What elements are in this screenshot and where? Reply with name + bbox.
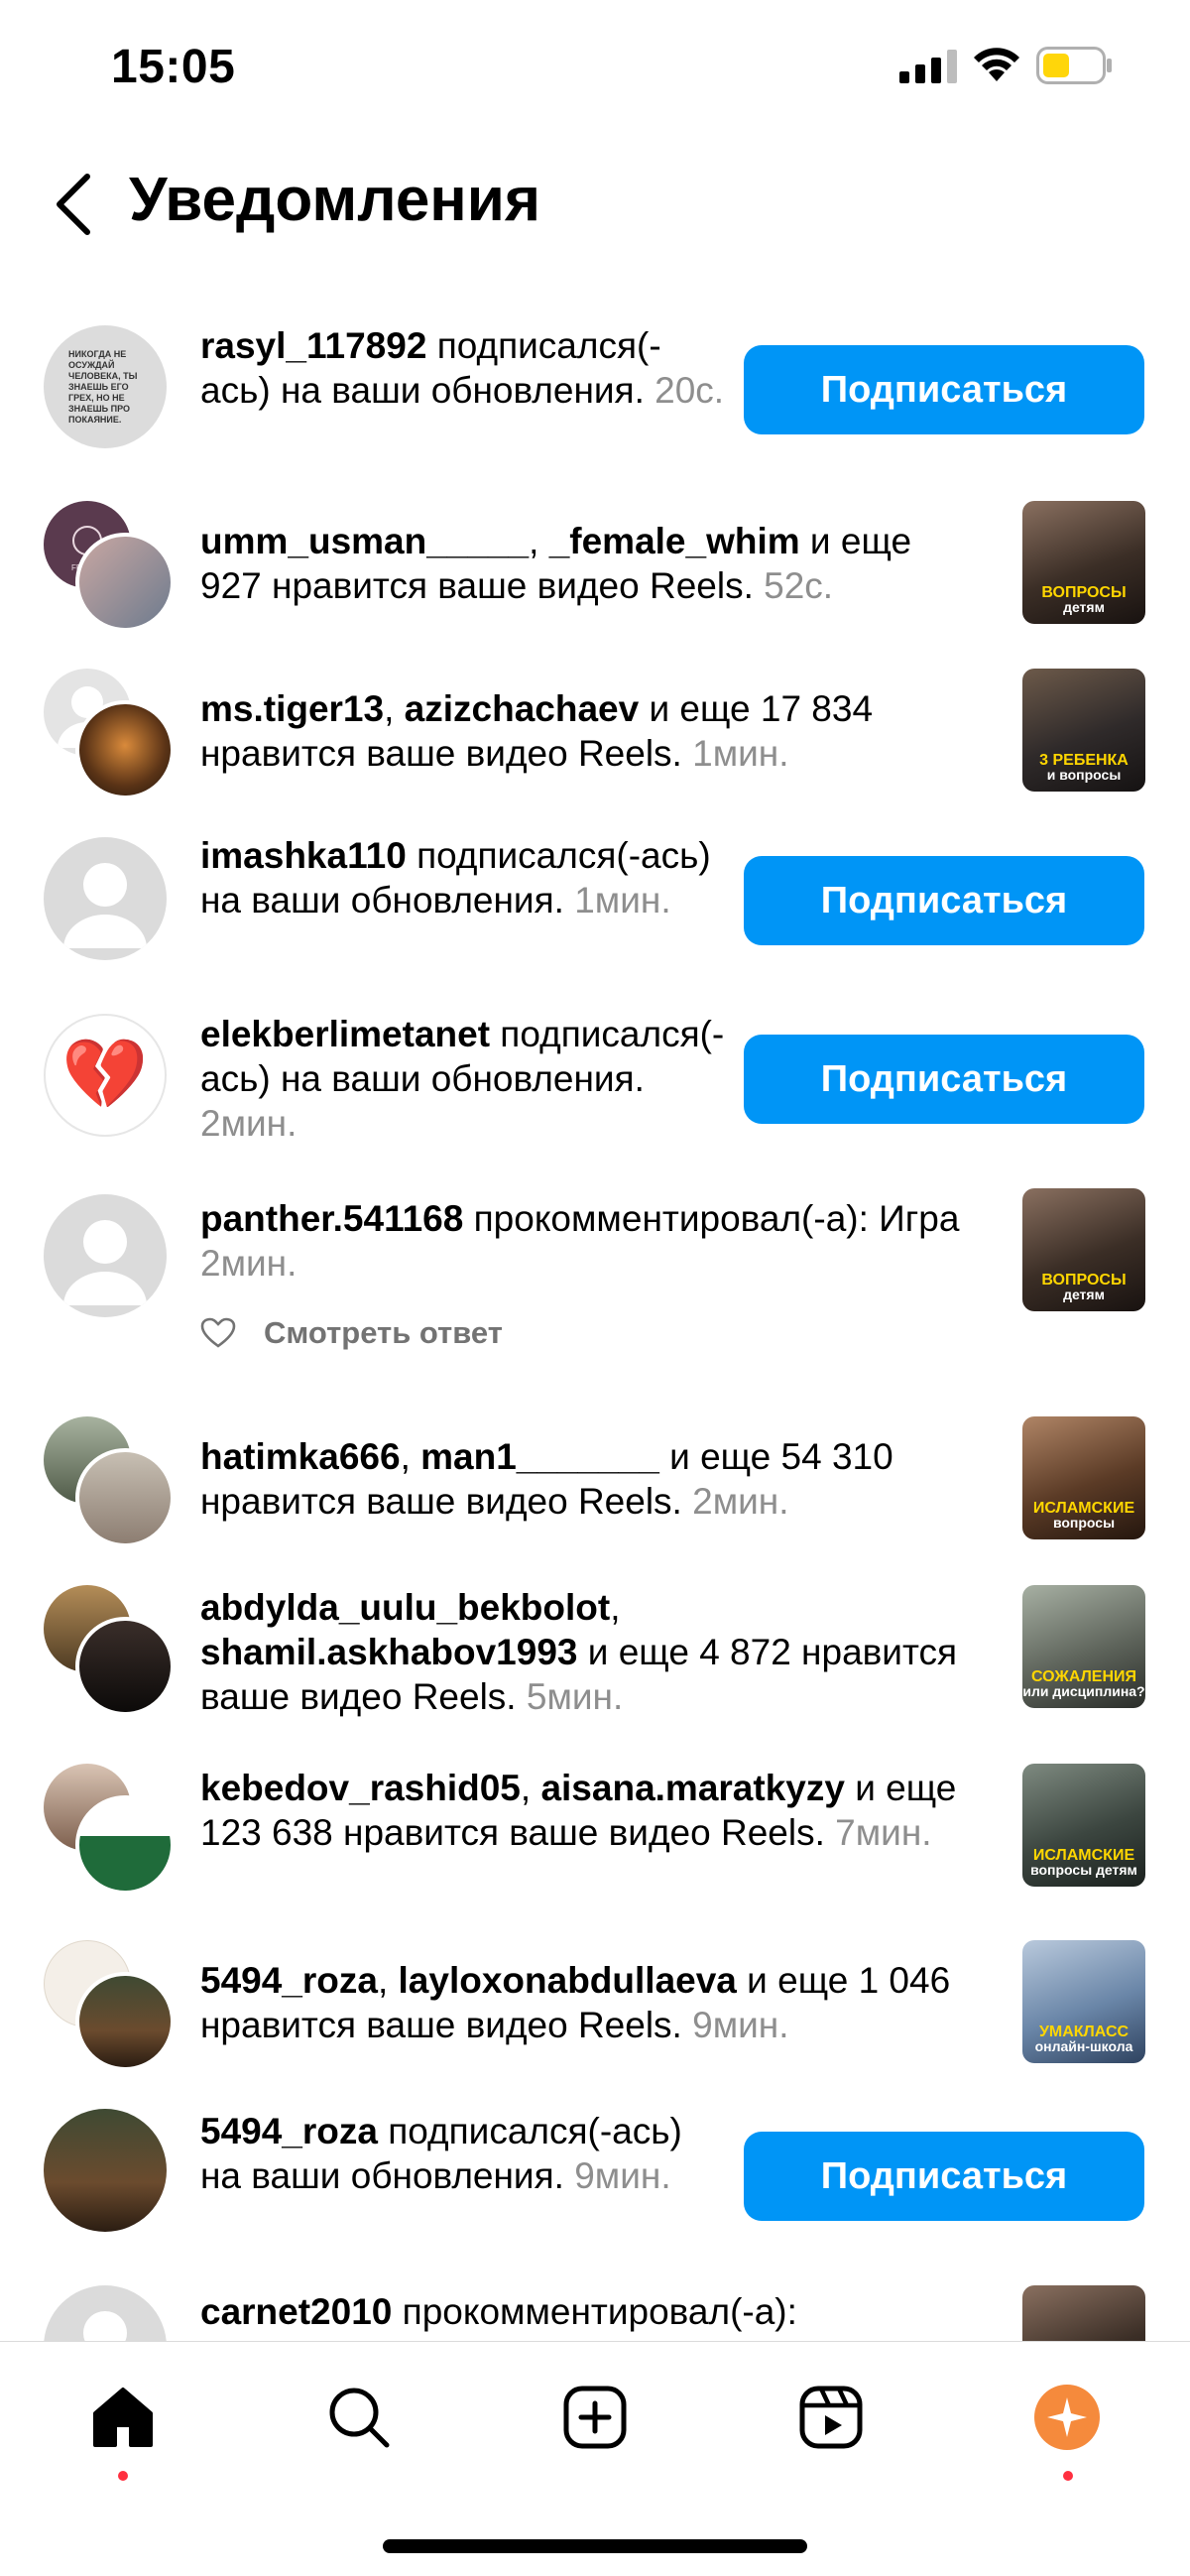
home-indicator: [383, 2539, 807, 2553]
profile-notification-dot: [1063, 2471, 1073, 2481]
notification-text: elekberlimetanet подписался(-ась) на ваш…: [200, 1014, 725, 1144]
username[interactable]: ms.tiger13: [200, 688, 384, 729]
avatar-stack[interactable]: [44, 669, 175, 799]
view-reply-link[interactable]: Смотреть ответ: [264, 1315, 503, 1351]
reel-thumbnail[interactable]: ВОПРОСЫ детям: [1022, 501, 1145, 624]
username[interactable]: man1_______: [420, 1436, 659, 1477]
reel-thumbnail[interactable]: ВОПРОСЫ детям: [1022, 1188, 1145, 1311]
notification-text: kebedov_rashid05, aisana.maratkyzy и еще…: [200, 1768, 957, 1853]
username[interactable]: panther.541168: [200, 1198, 463, 1239]
notification-text: imashka110 подписался(-ась) на ваши обно…: [200, 835, 711, 920]
notification-text: hatimka666, man1_______ и еще 54 310 нра…: [200, 1436, 893, 1522]
notification-text: umm_usman_____, _female_whim и еще 927 н…: [200, 521, 912, 606]
comment-actions: Смотреть ответ: [200, 1315, 503, 1351]
notification-text: 5494_roza, layloxonabdullaeva и еще 1 04…: [200, 1960, 951, 2045]
default-avatar-icon[interactable]: [44, 837, 167, 960]
avatar-stack[interactable]: [44, 1585, 175, 1716]
notification-time: 5мин.: [526, 1676, 624, 1717]
tiger-avatar: [75, 700, 175, 799]
notification-time: 2мин.: [200, 1103, 298, 1144]
reel-thumbnail[interactable]: ИСЛАМСКИЕ вопросы детям: [1022, 1764, 1145, 1887]
default-avatar-icon[interactable]: [44, 1194, 167, 1317]
username[interactable]: aisana.maratkyzy: [540, 1768, 844, 1808]
back-chevron-icon[interactable]: [52, 171, 95, 238]
signal-icon: [899, 50, 957, 83]
follow-button[interactable]: Подписаться: [744, 1035, 1144, 1124]
search-icon[interactable]: [319, 2378, 399, 2457]
notification-text: ms.tiger13, azizchachaev и еще 17 834 нр…: [200, 688, 874, 774]
profile-icon[interactable]: [1027, 2378, 1107, 2457]
username[interactable]: umm_usman_____: [200, 521, 529, 561]
notification-time: 2мин.: [200, 1243, 298, 1284]
username[interactable]: carnet2010: [200, 2291, 392, 2332]
user-avatar: [75, 1617, 175, 1716]
follow-button[interactable]: Подписаться: [744, 345, 1144, 434]
username[interactable]: elekberlimetanet: [200, 1014, 490, 1054]
page-title: Уведомления: [129, 166, 541, 234]
reel-thumbnail[interactable]: 3 РЕБЕНКА и вопросы: [1022, 669, 1145, 792]
username[interactable]: 5494_roza: [200, 1960, 378, 2001]
notification-time: 1мин.: [574, 880, 671, 920]
notification-time: 7мин.: [835, 1812, 932, 1853]
battery-icon: [1036, 47, 1112, 84]
username[interactable]: azizchachaev: [405, 688, 640, 729]
reel-thumbnail[interactable]: УМАКЛАСС онлайн-школа: [1022, 1940, 1145, 2063]
notification-text: panther.541168 прокомментировал(-а): Игр…: [200, 1198, 960, 1284]
reel-thumbnail[interactable]: СОЖАЛЕНИЯ или дисциплина?: [1022, 1585, 1145, 1708]
user-avatar: [75, 533, 175, 632]
wifi-icon: [974, 48, 1019, 81]
username[interactable]: shamil.askhabov1993: [200, 1632, 578, 1672]
username[interactable]: abdylda_uulu_bekbolot: [200, 1587, 610, 1628]
reels-icon[interactable]: [791, 2378, 871, 2457]
avatar-stack[interactable]: FEMALE: [44, 501, 175, 632]
notification-time: 2мин.: [692, 1481, 789, 1522]
notification-text: carnet2010 прокомментировал(-а):: [200, 2291, 797, 2332]
flag-avatar: [75, 1795, 175, 1895]
create-icon[interactable]: [555, 2378, 635, 2457]
status-bar: 15:05: [0, 0, 1190, 129]
home-notification-dot: [118, 2471, 128, 2481]
notification-text: 5494_roza подписался(-ась) на ваши обнов…: [200, 2111, 682, 2196]
username[interactable]: imashka110: [200, 835, 407, 876]
username[interactable]: layloxonabdullaeva: [399, 1960, 737, 2001]
notification-time: 1мин.: [692, 733, 789, 774]
avatar-stack[interactable]: [44, 1764, 175, 1895]
user-avatar: [75, 1448, 175, 1547]
notification-text: rasyl_117892 подписался(-ась) на ваши об…: [200, 325, 725, 411]
username[interactable]: rasyl_117892: [200, 325, 426, 366]
notification-time: 52с.: [764, 565, 834, 606]
follow-button[interactable]: Подписаться: [744, 2132, 1144, 2221]
notification-time: 9мин.: [692, 2005, 789, 2045]
user-avatar: [75, 1972, 175, 2071]
username[interactable]: hatimka666: [200, 1436, 401, 1477]
avatar-stack[interactable]: [44, 1416, 175, 1547]
reel-thumbnail[interactable]: ИСЛАМСКИЕ вопросы: [1022, 1416, 1145, 1539]
notification-text: abdylda_uulu_bekbolot, shamil.askhabov19…: [200, 1587, 958, 1717]
home-icon[interactable]: [83, 2378, 163, 2457]
header: Уведомления: [0, 149, 1190, 258]
notification-time: 20с.: [654, 370, 725, 411]
username[interactable]: _female_whim: [549, 521, 800, 561]
user-avatar[interactable]: [44, 2109, 167, 2232]
notification-time: 9мин.: [574, 2155, 671, 2196]
username[interactable]: 5494_roza: [200, 2111, 378, 2151]
user-avatar[interactable]: НИКОГДА НЕ ОСУЖДАЙ ЧЕЛОВЕКА, ТЫ ЗНАЕШЬ Е…: [44, 325, 167, 448]
follow-button[interactable]: Подписаться: [744, 856, 1144, 945]
status-time: 15:05: [111, 41, 236, 93]
avatar-quote-text: НИКОГДА НЕ ОСУЖДАЙ ЧЕЛОВЕКА, ТЫ ЗНАЕШЬ Е…: [68, 348, 138, 425]
avatar-stack[interactable]: [44, 1940, 175, 2071]
like-heart-icon[interactable]: [200, 1317, 236, 1349]
username[interactable]: kebedov_rashid05: [200, 1768, 521, 1808]
broken-heart-avatar[interactable]: 💔: [44, 1014, 167, 1137]
